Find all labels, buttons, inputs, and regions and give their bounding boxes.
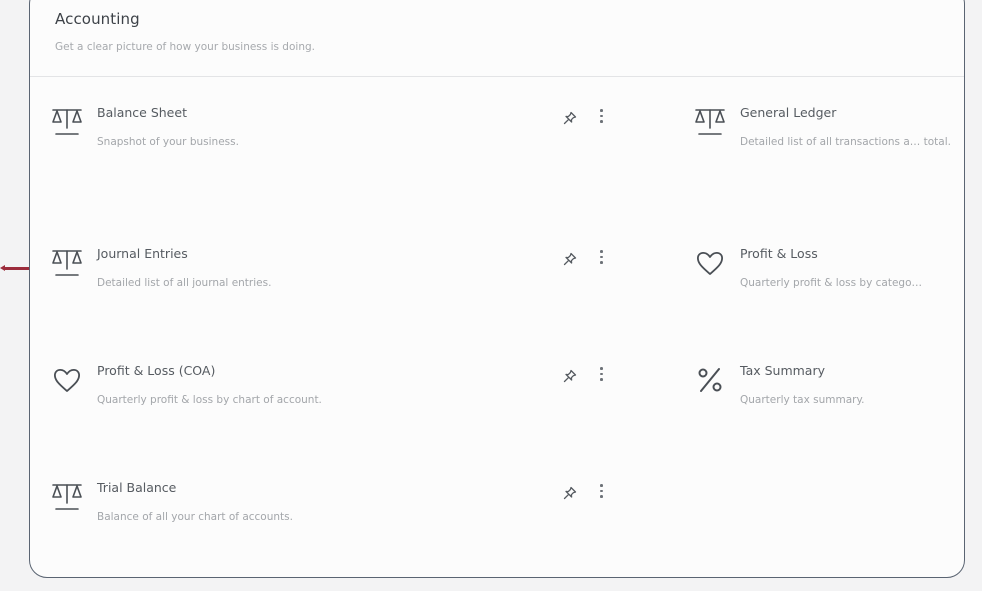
scale-icon: [51, 247, 83, 279]
report-name[interactable]: Trial Balance: [97, 480, 176, 495]
percent-icon: [694, 364, 726, 396]
report-item-trial-balance[interactable]: Trial Balance Balance of all your chart …: [51, 480, 491, 561]
more-options-button[interactable]: [596, 483, 606, 499]
heart-icon: [51, 364, 83, 396]
more-options-button[interactable]: [596, 249, 606, 265]
callout-arrow: [0, 265, 30, 271]
report-description: Quarterly profit & loss by catego…: [740, 277, 923, 289]
report-name[interactable]: Profit & Loss (COA): [97, 363, 215, 378]
report-description: Snapshot of your business.: [97, 136, 239, 148]
more-options-button[interactable]: [596, 108, 606, 124]
report-description: Balance of all your chart of accounts.: [97, 511, 293, 523]
section-title: Accounting: [55, 10, 140, 28]
report-name[interactable]: Tax Summary: [740, 363, 825, 378]
report-item-profit-loss-coa[interactable]: Profit & Loss (COA) Quarterly profit & l…: [51, 363, 491, 444]
scale-icon: [694, 106, 726, 138]
accounting-reports-card: Accounting Get a clear picture of how yo…: [29, 0, 965, 578]
scale-icon: [51, 106, 83, 138]
more-options-button[interactable]: [596, 366, 606, 382]
section-subtitle: Get a clear picture of how your business…: [55, 41, 315, 53]
pin-icon[interactable]: [563, 485, 577, 500]
report-name[interactable]: Profit & Loss: [740, 246, 818, 261]
report-name[interactable]: Balance Sheet: [97, 105, 187, 120]
stage: Accounting Get a clear picture of how yo…: [0, 0, 982, 591]
pin-icon[interactable]: [563, 110, 577, 125]
report-item-general-ledger[interactable]: General Ledger Detailed list of all tran…: [694, 105, 964, 186]
report-item-tax-summary[interactable]: Tax Summary Quarterly tax summary.: [694, 363, 964, 444]
report-description: Detailed list of all transactions a… tot…: [740, 136, 951, 148]
report-name[interactable]: Journal Entries: [97, 246, 188, 261]
pin-icon[interactable]: [563, 368, 577, 383]
scale-icon: [51, 481, 83, 513]
report-item-balance-sheet[interactable]: Balance Sheet Snapshot of your business.: [51, 105, 491, 186]
report-item-journal-entries[interactable]: Journal Entries Detailed list of all jou…: [51, 246, 491, 327]
pin-icon[interactable]: [563, 251, 577, 266]
section-divider: [30, 76, 964, 77]
callout-arrow-tip: [0, 265, 5, 271]
callout-arrow-line: [4, 267, 30, 270]
report-description: Quarterly tax summary.: [740, 394, 865, 406]
report-name[interactable]: General Ledger: [740, 105, 836, 120]
heart-icon: [694, 247, 726, 279]
report-description: Detailed list of all journal entries.: [97, 277, 272, 289]
report-description: Quarterly profit & loss by chart of acco…: [97, 394, 322, 406]
report-item-profit-loss[interactable]: Profit & Loss Quarterly profit & loss by…: [694, 246, 964, 327]
